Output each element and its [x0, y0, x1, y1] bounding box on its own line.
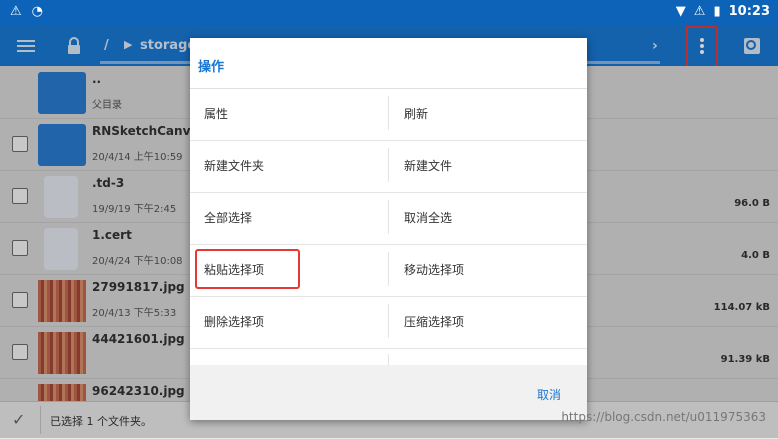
actions-dialog: 操作 属性 刷新 新建文件夹 新建文件 全部选择 取消全选 粘贴选择项 移动选择…: [190, 38, 587, 420]
cancel-button[interactable]: 取消: [537, 386, 561, 403]
status-bar: ⚠ ◔ ▼ ⚠ ▮ 10:23: [0, 0, 778, 26]
action-compress-selection[interactable]: 压缩选择项: [390, 296, 580, 348]
divider: [190, 348, 587, 349]
dialog-title: 操作: [198, 60, 225, 75]
watermark: https://blog.csdn.net/u011975363: [561, 410, 766, 424]
dialog-footer: 取消: [190, 365, 587, 420]
clock: 10:23: [728, 4, 770, 19]
alert-icon: ⚠: [693, 4, 706, 19]
action-refresh[interactable]: 刷新: [390, 88, 580, 140]
wifi-icon: ▼: [675, 4, 686, 19]
sync-icon: ◔: [31, 4, 43, 19]
action-properties[interactable]: 属性: [190, 88, 380, 140]
divider: [388, 200, 389, 234]
battery-icon: ▮: [713, 4, 721, 19]
action-new-folder[interactable]: 新建文件夹: [190, 140, 380, 192]
action-new-file[interactable]: 新建文件: [390, 140, 580, 192]
action-select-all[interactable]: 全部选择: [190, 192, 380, 244]
divider: [388, 148, 389, 182]
divider: [388, 304, 389, 338]
paste-selection-highlight: [195, 249, 300, 289]
divider: [388, 96, 389, 130]
warning-icon: ⚠: [10, 4, 22, 19]
action-delete-selection[interactable]: 删除选择项: [190, 296, 380, 348]
action-deselect-all[interactable]: 取消全选: [390, 192, 580, 244]
divider: [388, 252, 389, 286]
action-move-selection[interactable]: 移动选择项: [390, 244, 580, 296]
